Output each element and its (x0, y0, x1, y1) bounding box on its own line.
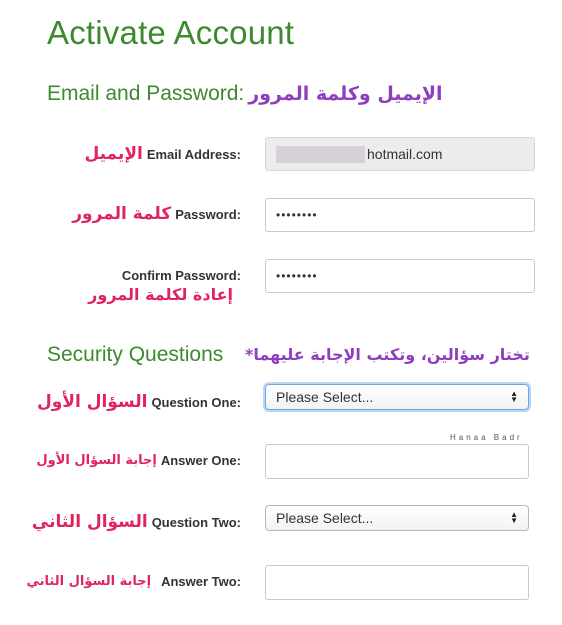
email-value-domain: hotmail.com (367, 146, 443, 162)
password-label-group: كلمة المرور Password: (72, 204, 241, 224)
page-title: Activate Account (47, 14, 295, 51)
select-arrows-icon: ▲ ▼ (510, 510, 518, 525)
email-label-arabic: الإيميل (84, 144, 143, 164)
answer-two-label-group: إجابة السؤال الثاني Answer Two: (27, 574, 241, 589)
password-value: •••••••• (276, 208, 318, 222)
question-one-selected: Please Select... (276, 389, 374, 405)
section-title-arabic: الإيميل وكلمة المرور (248, 83, 443, 105)
answer-two-label-arabic: إجابة السؤال الثاني (26, 574, 152, 589)
question-two-select[interactable]: Please Select... ▲ ▼ (265, 505, 529, 531)
answer-two-label: Answer Two: (161, 574, 241, 589)
section-title: Email and Password: (47, 82, 245, 105)
question-one-label-group: السؤال الأول Question One: (37, 392, 241, 412)
question-one-label-arabic: السؤال الأول (36, 392, 148, 412)
email-field[interactable]: hotmail.com (265, 137, 535, 171)
question-two-label-group: السؤال الثاني Question Two: (32, 512, 241, 532)
confirm-password-label: Confirm Password: (121, 268, 241, 283)
question-one-select[interactable]: Please Select... ▲ ▼ (265, 384, 529, 410)
answer-two-field[interactable] (265, 565, 529, 600)
security-questions-note-arabic: *تختار سؤالين، وتكتب الإجابة عليهما (245, 345, 530, 364)
email-password-heading: Email and Password: الإيميل وكلمة المرور (47, 82, 443, 106)
watermark: Hanaa Badr (450, 433, 523, 442)
password-label-arabic: كلمة المرور (72, 204, 172, 224)
answer-one-label-arabic: إجابة السؤال الأول (36, 453, 157, 468)
answer-one-label-group: إجابة السؤال الأول Answer One: (36, 453, 241, 468)
question-one-label: Question One: (151, 394, 241, 410)
redacted-username (276, 145, 365, 163)
password-field[interactable]: •••••••• (265, 198, 535, 232)
confirm-password-label-arabic: إعادة لكلمة المرور (88, 285, 233, 304)
email-label: Email Address: (146, 146, 241, 162)
question-two-label: Question Two: (151, 514, 241, 530)
question-two-selected: Please Select... (276, 510, 374, 526)
confirm-password-value: •••••••• (276, 269, 318, 283)
answer-one-label: Answer One: (160, 453, 241, 468)
select-arrows-icon: ▲ ▼ (510, 389, 518, 404)
email-label-group: الإيميل Email Address: (84, 144, 241, 164)
password-label: Password: (175, 206, 241, 222)
security-questions-heading: Security Questions (47, 343, 224, 366)
question-two-label-arabic: السؤال الثاني (31, 512, 148, 532)
confirm-password-field[interactable]: •••••••• (265, 259, 535, 293)
answer-one-field[interactable] (265, 444, 529, 479)
